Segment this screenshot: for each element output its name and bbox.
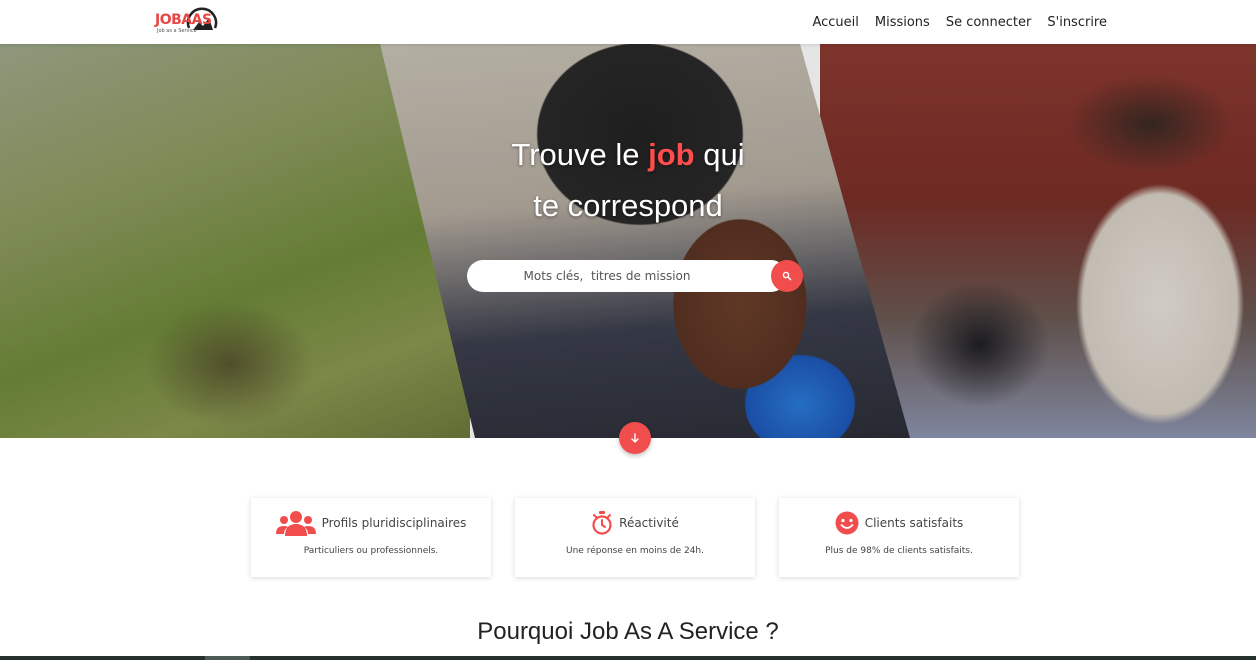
search-bar [467,260,803,292]
feature-card-profiles: Profils pluridisciplinaires Particuliers… [251,498,491,577]
section-title: Pourquoi Job As A Service ? [477,618,779,645]
arrow-down-icon [631,433,639,443]
hero-overlay [0,44,1256,438]
hero-title-line-1: Trouve le job qui [0,129,1256,180]
nav-missions-link[interactable]: Missions [875,15,930,30]
feature-card-reactivity: Réactivité Une réponse en moins de 24h. [515,498,755,577]
bottom-bar-accent [205,656,250,660]
hero-title-part-1: Trouve le [511,137,649,172]
logo-tagline: Job as a Service [157,28,197,34]
feature-card-header: Profils pluridisciplinaires [251,508,491,538]
search-icon [782,271,792,281]
feature-title: Clients satisfaits [864,516,964,530]
users-icon [275,511,316,536]
feature-card-header: Clients satisfaits [779,508,1019,538]
nav-accueil-link[interactable]: Accueil [812,15,858,30]
hero-title-part-2: qui [694,137,745,172]
feature-description: Particuliers ou professionnels. [303,546,439,556]
search-input[interactable] [467,260,787,292]
jobaas-logo[interactable]: JOBAAS Job as a Service [155,6,219,40]
feature-card-header: Réactivité [515,508,755,538]
hero-title: Trouve le job qui te correspond [0,129,1256,231]
smile-icon [835,511,859,535]
logo-text: JOBAAS [155,12,212,28]
search-button[interactable] [771,260,803,292]
nav-signup-link[interactable]: S'inscrire [1047,15,1107,30]
main-nav: Accueil Missions Se connecter S'inscrire [796,0,1107,44]
scroll-down-button[interactable] [619,422,651,454]
top-navbar: JOBAAS Job as a Service Accueil Missions… [0,0,1256,44]
stopwatch-icon [592,511,612,535]
feature-description: Une réponse en moins de 24h. [566,546,704,556]
feature-title: Profils pluridisciplinaires [321,516,467,530]
hero-title-accent: job [648,137,695,172]
feature-card-clients: Clients satisfaits Plus de 98% de client… [779,498,1019,577]
nav-login-link[interactable]: Se connecter [946,15,1032,30]
feature-title: Réactivité [619,516,679,530]
hero-title-line-2: te correspond [533,188,723,223]
hero-banner: Trouve le job qui te correspond [0,44,1256,438]
feature-description: Plus de 98% de clients satisfaits. [825,546,973,556]
bottom-dark-bar [0,656,1256,660]
